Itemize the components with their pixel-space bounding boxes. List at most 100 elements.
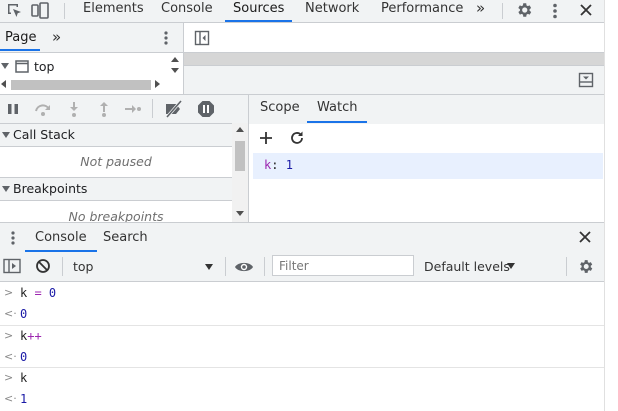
tab-watch[interactable]: Watch: [306, 100, 369, 123]
collapse-arrow-icon[interactable]: [2, 186, 10, 192]
section-title: Call Stack: [13, 127, 75, 142]
clear-console-icon[interactable]: [35, 258, 51, 274]
navigator-horizontal-scroll-thumb[interactable]: [11, 80, 151, 90]
dropdown-arrow-icon: [205, 264, 213, 270]
drawer-menu-icon[interactable]: [8, 230, 18, 246]
toolbar-divider: [264, 257, 265, 276]
dropdown-arrow-icon: [507, 263, 515, 269]
main-tab-bar: Elements Console Sources Network Perform…: [0, 0, 604, 23]
code-number: 0: [48, 286, 57, 300]
navigator-menu-icon[interactable]: [160, 30, 172, 46]
kebab-menu-icon[interactable]: [548, 2, 562, 20]
frame-icon: [15, 60, 29, 73]
step-icon[interactable]: [124, 101, 142, 117]
navigator-vertical-scrollbar[interactable]: [168, 55, 182, 77]
input-prompt-icon: >: [4, 329, 14, 342]
breakpoints-status: No breakpoints: [68, 209, 164, 222]
console-result-line: <· 1: [0, 389, 604, 409]
expand-arrow-icon[interactable]: [1, 63, 9, 69]
scroll-right-arrow-icon[interactable]: [155, 80, 160, 88]
navigator-more-button[interactable]: »: [52, 28, 61, 46]
console-input-line: > k = 0: [0, 283, 604, 303]
active-tab-indicator: [0, 49, 40, 51]
navigator-header: Page »: [0, 23, 183, 53]
log-levels-label: Default levels: [424, 259, 510, 274]
breakpoints-header[interactable]: Breakpoints: [0, 177, 232, 201]
console-output[interactable]: > k = 0 <· 0 > k++ <· 0 > k <· 1: [0, 282, 604, 411]
code-operator: =: [27, 286, 49, 300]
drawer-tab-console[interactable]: Console: [25, 230, 97, 252]
context-selector-value: top: [73, 259, 94, 274]
log-levels-dropdown[interactable]: Default levels: [420, 256, 520, 277]
scroll-down-arrow-icon[interactable]: [171, 68, 179, 73]
deactivate-breakpoints-icon[interactable]: [164, 100, 184, 118]
watch-toolbar: [249, 124, 604, 152]
toolbar-divider: [502, 3, 503, 19]
window-edge: [604, 0, 618, 411]
filter-field[interactable]: [272, 255, 414, 276]
debugger-scrollbar[interactable]: [232, 123, 248, 222]
console-result: 0: [20, 307, 28, 321]
drawer-tab-search[interactable]: Search: [103, 230, 148, 245]
editor-header: [184, 23, 604, 53]
step-over-icon[interactable]: [33, 101, 53, 117]
step-out-icon[interactable]: [97, 101, 111, 117]
pause-icon[interactable]: [6, 102, 20, 116]
console-settings-gear-icon[interactable]: [577, 258, 594, 275]
close-devtools-icon[interactable]: [578, 2, 594, 18]
debugger-toolbar: [0, 94, 248, 124]
scroll-left-arrow-icon[interactable]: [1, 80, 6, 88]
toolbar-divider: [152, 99, 153, 118]
console-result: 0: [20, 350, 28, 364]
tree-item-label: top: [34, 59, 55, 74]
console-result: 1: [20, 392, 28, 406]
console-input: k: [20, 371, 27, 385]
console-input: k = 0: [20, 286, 56, 300]
scroll-up-arrow-icon[interactable]: [171, 57, 179, 62]
toggle-console-sidebar-icon[interactable]: [3, 258, 21, 274]
settings-gear-icon[interactable]: [515, 1, 533, 19]
code-identifier: k: [20, 371, 28, 385]
add-watch-icon[interactable]: [259, 131, 273, 145]
context-selector[interactable]: top: [66, 256, 222, 277]
collapse-arrow-icon[interactable]: [2, 132, 10, 138]
tree-item-top[interactable]: top: [0, 57, 168, 77]
input-prompt-icon: >: [4, 371, 14, 384]
toggle-navigator-icon[interactable]: [194, 30, 210, 46]
filter-input[interactable]: [277, 258, 411, 274]
call-stack-header[interactable]: Call Stack: [0, 123, 232, 147]
console-input-line: > k++: [0, 326, 604, 346]
toolbar-divider: [566, 257, 567, 276]
device-toolbar-icon[interactable]: [30, 1, 50, 21]
tab-sources[interactable]: Sources: [224, 0, 293, 22]
tab-console[interactable]: Console: [161, 0, 213, 22]
watch-separator: :: [271, 158, 279, 172]
tab-performance[interactable]: Performance: [381, 0, 463, 22]
drawer-header: Console Search: [0, 222, 604, 253]
tab-scope[interactable]: Scope: [260, 100, 300, 115]
toolbar-divider: [225, 257, 226, 276]
navigator-tab-page[interactable]: Page: [5, 30, 36, 45]
tab-elements[interactable]: Elements: [83, 0, 144, 22]
step-into-icon[interactable]: [67, 101, 81, 117]
result-arrow-icon: <·: [4, 392, 17, 405]
debugger-scroll-thumb[interactable]: [235, 141, 245, 171]
pause-on-exceptions-icon[interactable]: [197, 100, 215, 118]
toolbar-divider: [64, 3, 65, 19]
refresh-icon[interactable]: [289, 130, 305, 146]
console-result-line: <· 0: [0, 347, 604, 367]
toolbar-divider: [62, 257, 63, 276]
scroll-up-arrow-icon[interactable]: [236, 127, 244, 132]
live-expression-eye-icon[interactable]: [234, 260, 254, 274]
section-title: Breakpoints: [13, 181, 88, 196]
scroll-down-arrow-icon[interactable]: [236, 211, 244, 216]
watch-expression-row[interactable]: k: 1: [253, 153, 603, 179]
toggle-debugger-sidebar-icon[interactable]: [578, 72, 594, 88]
result-arrow-icon: <·: [4, 350, 17, 363]
tab-network[interactable]: Network: [305, 0, 359, 22]
sidebar-tabs: Scope Watch: [249, 94, 604, 125]
close-drawer-icon[interactable]: [578, 230, 592, 244]
more-tabs-button[interactable]: »: [476, 0, 485, 22]
inspect-element-icon[interactable]: [6, 2, 24, 20]
input-prompt-icon: >: [4, 286, 14, 299]
